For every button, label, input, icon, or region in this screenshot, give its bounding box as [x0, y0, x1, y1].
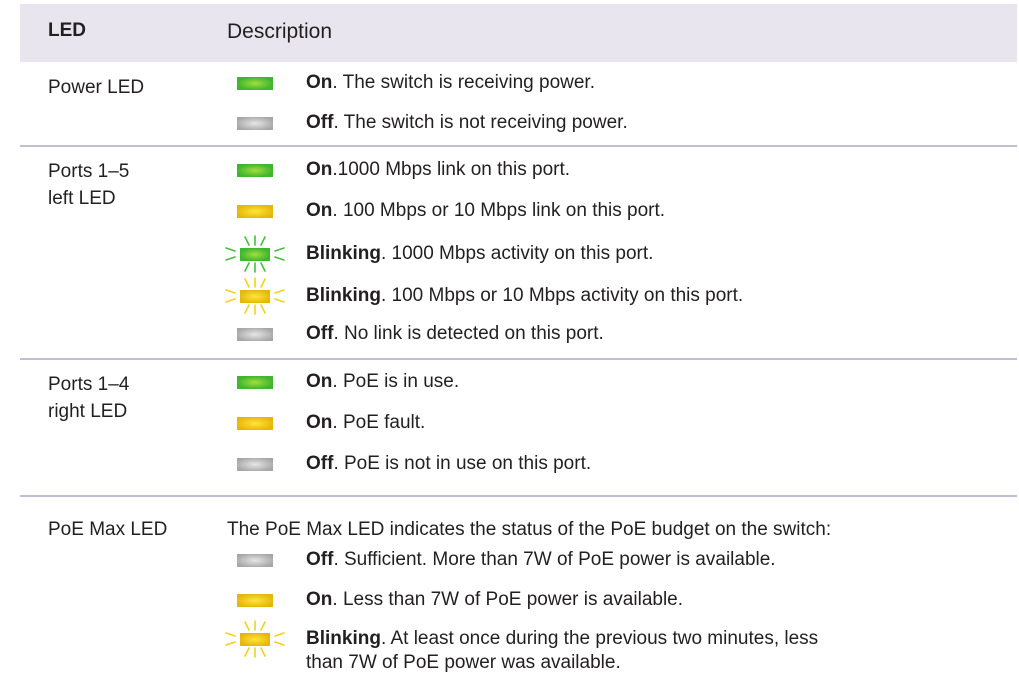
led-row: Blinking. 1000 Mbps activity on this por… [225, 234, 1015, 274]
led-gray-icon [237, 117, 273, 130]
led-state: On [306, 72, 333, 93]
led-row: On.1000 Mbps link on this port. [225, 150, 1015, 190]
led-description: Blinking. 100 Mbps or 10 Mbps activity o… [306, 284, 743, 308]
led-amber-icon [240, 633, 270, 646]
led-state: Blinking [306, 628, 381, 649]
led-indicator-icon [225, 150, 285, 190]
led-state: On [306, 412, 333, 433]
led-text: . PoE is in use. [332, 371, 460, 392]
header-description: Description [227, 20, 333, 43]
led-row: Off. Sufficient. More than 7W of PoE pow… [225, 540, 1015, 580]
blinking-led-icon [225, 234, 285, 274]
led-row: Blinking. 100 Mbps or 10 Mbps activity o… [225, 276, 1015, 316]
led-indicator-icon [225, 314, 285, 354]
led-description: On.1000 Mbps link on this port. [306, 158, 570, 182]
section-name-poe-max-led: PoE Max LED [48, 519, 168, 540]
led-state: On [306, 200, 333, 221]
led-amber-icon [240, 290, 270, 303]
led-description: On. PoE fault. [306, 411, 425, 435]
led-row: Off. No link is detected on this port. [225, 314, 1015, 354]
section-name-ports-1-5-left-led: Ports 1–5 left LED [48, 161, 130, 209]
led-text: . 100 Mbps or 10 Mbps link on this port. [332, 200, 666, 221]
led-description: Off. PoE is not in use on this port. [306, 452, 591, 476]
led-row: Off. The switch is not receiving power. [225, 103, 1015, 143]
section-intro: The PoE Max LED indicates the status of … [227, 519, 832, 540]
section-divider [20, 495, 1017, 497]
section-name-power-led: Power LED [48, 77, 145, 98]
led-indicator-icon [225, 540, 285, 580]
led-description: Blinking. At least once during the previ… [306, 627, 826, 675]
led-description: On. 100 Mbps or 10 Mbps link on this por… [306, 199, 665, 223]
led-text: . PoE fault. [332, 412, 426, 433]
led-indicator-icon [225, 444, 285, 484]
led-amber-icon [237, 417, 273, 430]
led-indicator-icon [225, 191, 285, 231]
led-gray-icon [237, 554, 273, 567]
blinking-led-icon [225, 619, 285, 659]
led-row: On. The switch is receiving power. [225, 63, 1015, 103]
led-description: Off. The switch is not receiving power. [306, 111, 628, 135]
led-green-icon [237, 77, 273, 90]
led-description: Off. No link is detected on this port. [306, 322, 604, 346]
led-text: . 1000 Mbps activity on this port. [380, 243, 654, 264]
led-text: .1000 Mbps link on this port. [332, 159, 571, 180]
led-text: . The switch is receiving power. [332, 72, 595, 93]
led-state: Off [306, 112, 334, 133]
led-indicator-icon [225, 103, 285, 143]
section-divider [20, 145, 1017, 147]
led-state: Blinking [306, 285, 381, 306]
led-green-icon [240, 248, 270, 261]
led-row: On. Less than 7W of PoE power is availab… [225, 580, 1015, 620]
led-row: Blinking. At least once during the previ… [225, 619, 1015, 673]
led-text: . PoE is not in use on this port. [333, 453, 592, 474]
led-row: On. PoE is in use. [225, 362, 1015, 402]
section-name-ports-1-4-right-led: Ports 1–4 right LED [48, 374, 130, 422]
led-green-icon [237, 164, 273, 177]
led-row: On. 100 Mbps or 10 Mbps link on this por… [225, 191, 1015, 231]
led-text: . 100 Mbps or 10 Mbps activity on this p… [380, 285, 744, 306]
led-indicator-icon [225, 403, 285, 443]
header-led: LED [48, 20, 86, 41]
led-row: Off. PoE is not in use on this port. [225, 444, 1015, 484]
led-state: On [306, 371, 333, 392]
led-state: On [306, 589, 333, 610]
led-indicator-icon [225, 362, 285, 402]
section-divider [20, 358, 1017, 360]
led-description: On. PoE is in use. [306, 370, 459, 394]
led-description: Off. Sufficient. More than 7W of PoE pow… [306, 548, 776, 572]
led-state: On [306, 159, 333, 180]
table-header: LED Description [20, 4, 1017, 62]
led-gray-icon [237, 328, 273, 341]
led-amber-icon [237, 205, 273, 218]
led-description: On. The switch is receiving power. [306, 71, 595, 95]
led-text: . Less than 7W of PoE power is available… [332, 589, 684, 610]
led-state: Blinking [306, 243, 381, 264]
led-description: Blinking. 1000 Mbps activity on this por… [306, 242, 653, 266]
led-state: Off [306, 323, 334, 344]
led-row: On. PoE fault. [225, 403, 1015, 443]
led-state: Off [306, 453, 334, 474]
led-gray-icon [237, 458, 273, 471]
led-text: . At least once during the previous two … [306, 628, 819, 673]
led-text: . No link is detected on this port. [333, 323, 604, 344]
led-amber-icon [237, 594, 273, 607]
led-text: . The switch is not receiving power. [333, 112, 628, 133]
led-description: On. Less than 7W of PoE power is availab… [306, 588, 683, 612]
led-indicator-icon [225, 580, 285, 620]
led-indicator-icon [225, 63, 285, 103]
led-state: Off [306, 549, 334, 570]
led-green-icon [237, 376, 273, 389]
blinking-led-icon [225, 276, 285, 316]
led-text: . Sufficient. More than 7W of PoE power … [333, 549, 776, 570]
